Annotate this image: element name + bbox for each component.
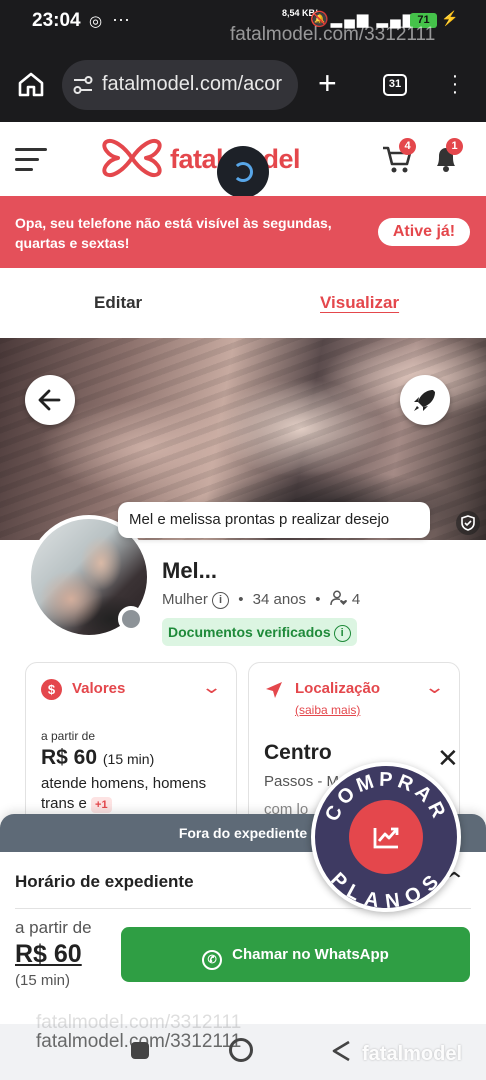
menu-dots-icon[interactable]: · · · <box>450 66 460 102</box>
plans-bottom-text: PLANOS <box>326 869 442 908</box>
tab-edit[interactable]: Editar <box>94 293 142 313</box>
alert-message: Opa, seu telefone não está visível às se… <box>15 215 332 251</box>
whatsapp-button[interactable]: ✆ Chamar no WhatsApp <box>121 927 470 982</box>
info-icon[interactable]: i <box>333 625 351 642</box>
browser-toolbar: fatalmodel.com/acor + 31 · · · <box>0 44 486 122</box>
tabs-icon[interactable]: 31 <box>383 74 407 96</box>
site-info-icon[interactable] <box>72 75 94 95</box>
price-from-label: a partir de <box>15 918 92 937</box>
whatsapp-notification-icon: ◎ <box>89 13 103 30</box>
bio-bubble: Mel e melissa prontas p realizar desejo <box>118 502 430 538</box>
back-nav-icon[interactable] <box>331 1040 351 1062</box>
hamburger-icon[interactable] <box>15 148 47 178</box>
sheet-price: R$ 60 <box>15 940 82 968</box>
charging-icon: ⚡ <box>441 10 459 26</box>
notification-badge: 1 <box>446 138 463 155</box>
info-icon[interactable]: i <box>212 592 230 609</box>
verified-badge: Documentos verificados i <box>162 618 357 646</box>
activate-button[interactable]: Ative já! <box>378 218 470 246</box>
location-title: Localização <box>295 680 381 697</box>
price-from-label: a partir de <box>41 729 96 743</box>
serves-value: atende homens, homens trans e <box>41 775 207 812</box>
plans-icon-circle <box>349 800 423 874</box>
url-text[interactable]: fatalmodel.com/acor <box>102 73 290 96</box>
site-header: fatalmodel <box>0 122 486 198</box>
navigation-icon <box>266 682 282 698</box>
values-title: Valores <box>72 680 126 697</box>
more-notifications-icon: ··· <box>112 9 130 29</box>
edit-view-tabs: Editar Visualizar <box>0 268 486 338</box>
loading-spinner <box>217 146 269 198</box>
location-city: Centro <box>264 741 332 764</box>
price: R$ 60 (15 min) <box>41 746 154 770</box>
home-nav-button[interactable] <box>229 1038 253 1062</box>
tab-view[interactable]: Visualizar <box>320 293 399 313</box>
separator: • <box>315 591 321 608</box>
whatsapp-label: Chamar no WhatsApp <box>232 946 389 963</box>
online-status-dot <box>118 606 144 632</box>
profile-name: Mel... <box>162 558 218 583</box>
new-tab-icon[interactable]: + <box>318 67 337 99</box>
home-icon[interactable] <box>17 71 45 97</box>
cart-badge: 4 <box>399 138 416 155</box>
logo-icon[interactable] <box>102 136 162 180</box>
shield-check-icon[interactable] <box>456 511 480 535</box>
verified-label: Documentos verificados <box>168 624 331 640</box>
svg-text:PLANOS: PLANOS <box>326 869 446 908</box>
rocket-icon <box>414 390 435 411</box>
status-bar: 23:04 ◎ ··· 8,54 KB/s 🔕▂▄▆ ▂▄▆ ◠ 71 ⚡ fa… <box>0 0 486 63</box>
gender: Mulher <box>162 591 208 608</box>
age: 34 anos <box>252 591 307 608</box>
sheet-duration: (15 min) <box>15 972 71 989</box>
boost-button[interactable] <box>400 375 450 425</box>
arrow-left-icon <box>38 389 61 411</box>
recents-button[interactable] <box>131 1042 149 1059</box>
serves-text: atende homens, homens trans e +1 <box>41 774 221 814</box>
more-badge[interactable]: +1 <box>91 797 112 813</box>
chevron-down-icon[interactable]: ⌄ <box>201 677 222 698</box>
watermark-logo: fatalmodel <box>362 1043 463 1065</box>
separator: • <box>238 591 244 608</box>
user-heart-icon <box>329 590 347 606</box>
companions-count: 4 <box>351 591 361 608</box>
hours-label[interactable]: Horário de expediente <box>15 872 194 892</box>
whatsapp-icon: ✆ <box>202 950 223 970</box>
chevron-down-icon[interactable]: ⌄ <box>424 677 445 698</box>
dollar-icon: $ <box>41 679 62 700</box>
clock: 23:04 <box>32 10 81 31</box>
profile-meta: Mulher i • 34 anos • 4 <box>162 590 360 609</box>
chart-icon <box>373 827 399 849</box>
buy-plans-badge[interactable]: COMPRAR PLANOS <box>311 762 461 912</box>
price-value: R$ 60 <box>41 746 98 769</box>
price-duration: (15 min) <box>102 751 155 767</box>
back-button[interactable] <box>25 375 75 425</box>
learn-more-link[interactable]: (saiba mais) <box>295 703 360 717</box>
